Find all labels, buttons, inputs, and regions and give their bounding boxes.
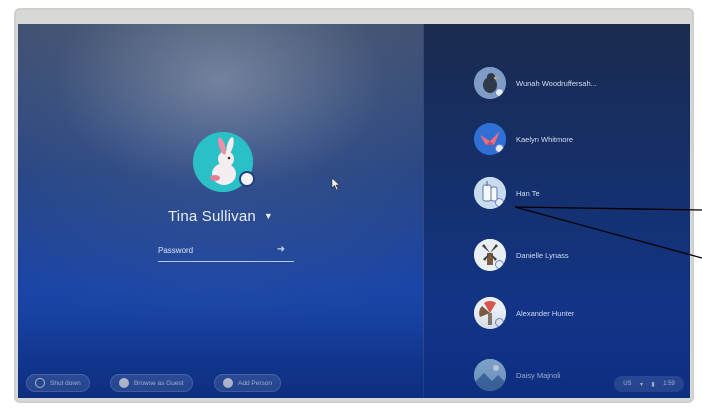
user-name: Kaelyn Whitmore — [516, 134, 574, 144]
user-name: Han Te — [516, 188, 540, 198]
browse-as-guest-button[interactable]: Browse as Guest — [110, 374, 193, 392]
user-status-badge — [495, 88, 504, 97]
user-item-1[interactable]: Wunah Woodruffersah... — [474, 65, 679, 101]
user-name: Wunah Woodruffersah... — [516, 78, 597, 88]
login-screen: Tina Sullivan ▼ ➜ Wunah Woodruffersah... — [18, 24, 690, 398]
password-input[interactable] — [158, 240, 268, 261]
user-item-6[interactable]: Daisy Majnoli — [474, 357, 679, 393]
shut-down-label: Shut down — [50, 379, 81, 387]
power-icon — [35, 378, 45, 388]
user-status-badge — [495, 260, 504, 269]
submit-arrow-icon[interactable]: ➜ — [274, 243, 288, 257]
status-tray[interactable]: US ▾ ▮ 1:59 — [614, 376, 684, 392]
user-avatar — [474, 177, 506, 209]
landscape-avatar-icon — [474, 359, 506, 391]
user-avatar — [474, 123, 506, 155]
wifi-icon: ▾ — [639, 381, 643, 388]
user-item-4[interactable]: Danielle Lynass — [474, 237, 679, 273]
password-field[interactable]: ➜ — [158, 240, 294, 262]
add-person-icon — [223, 378, 233, 388]
clock-time: 1:59 — [663, 381, 675, 387]
user-item-3[interactable]: Han Te — [474, 175, 679, 211]
user-status-badge — [495, 144, 504, 153]
selected-user-name: Tina Sullivan — [168, 207, 256, 225]
user-name: Alexander Hunter — [516, 308, 575, 318]
selected-user-status-badge — [239, 171, 255, 187]
chevron-down-icon[interactable]: ▼ — [264, 211, 273, 221]
user-status-badge — [495, 198, 504, 207]
user-item-5[interactable]: Alexander Hunter — [474, 295, 679, 331]
shut-down-button[interactable]: Shut down — [26, 374, 90, 392]
user-list-panel: Wunah Woodruffersah... Kaelyn Whitmore H… — [423, 24, 690, 398]
browse-as-guest-label: Browse as Guest — [134, 379, 184, 387]
user-avatar — [474, 239, 506, 271]
locale-indicator: US — [623, 381, 632, 387]
battery-icon: ▮ — [651, 381, 655, 388]
user-avatar — [474, 297, 506, 329]
user-status-badge — [495, 318, 504, 327]
mouse-cursor-icon — [331, 177, 341, 191]
fan-avatar-icon — [474, 297, 506, 329]
add-person-button[interactable]: Add Person — [214, 374, 281, 392]
add-person-label: Add Person — [238, 379, 272, 387]
guest-icon — [119, 378, 129, 388]
user-avatar — [474, 359, 506, 391]
user-name: Daisy Majnoli — [516, 370, 561, 380]
user-name: Danielle Lynass — [516, 250, 569, 260]
user-avatar — [474, 67, 506, 99]
user-item-2[interactable]: Kaelyn Whitmore — [474, 121, 679, 157]
user-selector[interactable]: Tina Sullivan ▼ — [168, 204, 298, 228]
